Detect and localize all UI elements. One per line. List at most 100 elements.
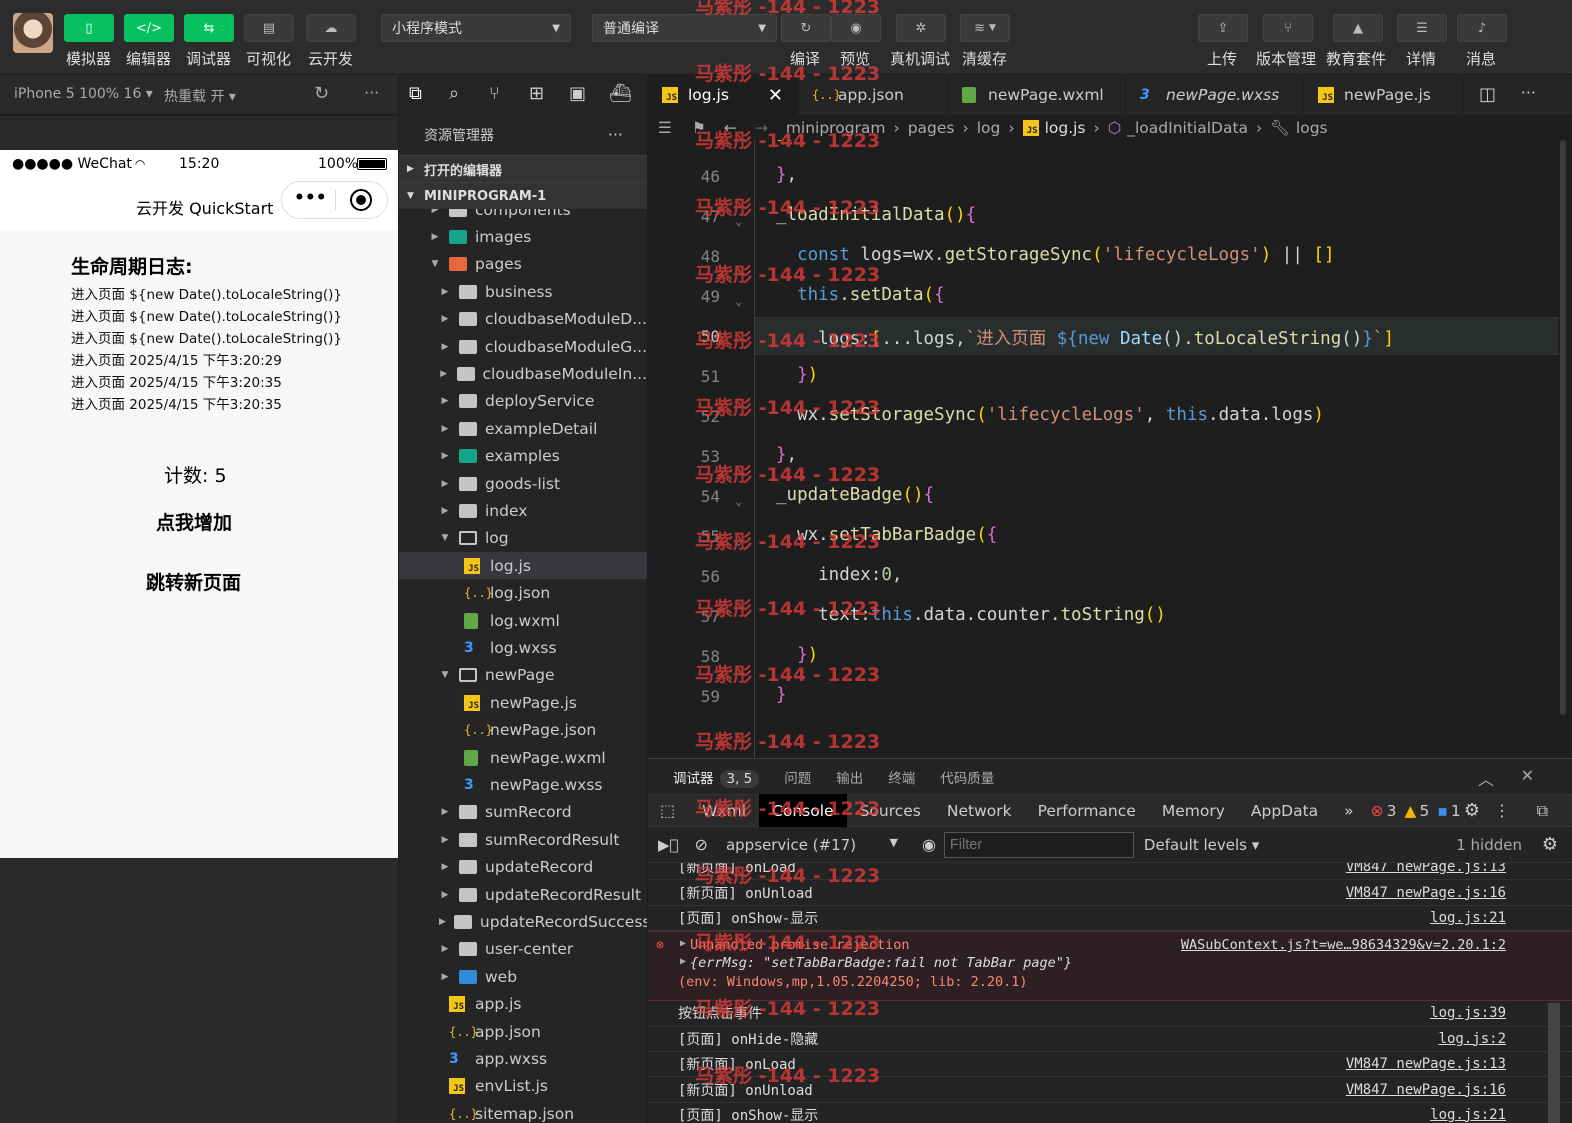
console-scrollbar[interactable] <box>1548 1003 1560 1123</box>
source-link[interactable]: VM847 newPage.js:16 <box>1346 1082 1506 1098</box>
expand-triangle-icon[interactable]: ▶ <box>680 956 686 967</box>
split-editor-icon[interactable]: ◫ <box>1479 84 1496 105</box>
expand-triangle-icon[interactable]: ▶ <box>680 938 686 949</box>
fold-chevron-icon[interactable]: ⌄ <box>726 495 742 508</box>
crumb[interactable]: log <box>977 119 1001 137</box>
project-section[interactable]: ▼ MINIPROGRAM-1 <box>399 182 647 209</box>
tree-item[interactable]: ▶ index <box>399 497 647 524</box>
tree-item[interactable]: ▶ cloudbaseModuleD... <box>399 306 647 333</box>
source-link[interactable]: log.js:2 <box>1439 1031 1506 1047</box>
extensions-icon[interactable]: ⊞ <box>529 83 544 104</box>
hot-reload-select[interactable]: 热重载 开 ▾ <box>164 86 236 106</box>
tree-item[interactable]: ▼ log <box>399 525 647 552</box>
tree-item[interactable]: {..} sitemap.json <box>399 1100 647 1123</box>
mode-select[interactable]: 小程序模式 ▼ <box>381 14 571 42</box>
tab-code-quality[interactable]: 代码质量 <box>940 767 994 787</box>
upload-button[interactable]: ⇪ <box>1198 14 1248 42</box>
crumb[interactable]: miniprogram <box>786 119 886 137</box>
crumb[interactable]: logs <box>1296 119 1328 137</box>
source-link[interactable]: VM847 newPage.js:13 <box>1346 1056 1506 1072</box>
tree-item[interactable]: JS newPage.js <box>399 689 647 716</box>
tree-item[interactable]: ▶ images <box>399 223 647 250</box>
tab-appdata[interactable]: AppData <box>1238 794 1331 827</box>
tree-item[interactable]: ▶ updateRecordResult <box>399 881 647 908</box>
close-miniprogram-icon[interactable] <box>350 189 372 211</box>
tree-item[interactable]: ▶ user-center <box>399 936 647 963</box>
crumb[interactable]: pages <box>908 119 955 137</box>
files-icon[interactable]: ⧉ <box>409 83 422 104</box>
simulator-button[interactable]: ▯ <box>64 14 114 42</box>
console-settings-icon[interactable]: ⚙ <box>1542 834 1558 855</box>
tree-item[interactable]: ▶ components <box>399 209 647 223</box>
context-select[interactable]: appservice (#17) ▼ <box>726 836 898 854</box>
kebab-menu-icon[interactable]: ⋮ <box>1494 801 1510 820</box>
tree-item[interactable]: {..} app.json <box>399 1018 647 1045</box>
code-editor[interactable]: }, 46}, 47 _loadInitialData(){48 const log… <box>648 140 1572 758</box>
tree-item[interactable]: ▶ business <box>399 278 647 305</box>
editor-button[interactable]: </> <box>124 14 174 42</box>
messages-button[interactable]: ♪ <box>1457 14 1507 42</box>
clear-cache-button[interactable]: ≋ ▼ <box>960 14 1010 42</box>
rotate-icon[interactable]: ↻ <box>314 83 329 104</box>
increment-button[interactable]: 点我增加 <box>156 508 232 535</box>
tree-item[interactable]: ▶ deployService <box>399 388 647 415</box>
tab-log-js[interactable]: JS log.js ✕ <box>648 75 798 115</box>
user-avatar[interactable] <box>13 13 53 53</box>
close-panel-icon[interactable]: ✕ <box>1521 766 1534 785</box>
more-tabs-icon[interactable]: » <box>1331 794 1366 827</box>
source-link[interactable]: log.js:21 <box>1430 910 1506 926</box>
eye-icon[interactable]: ◉ <box>922 835 936 854</box>
tree-item[interactable]: ▶ web <box>399 963 647 990</box>
back-arrow-icon[interactable]: ← <box>724 119 737 137</box>
search-icon[interactable]: ⌕ <box>449 83 459 104</box>
crumb[interactable]: log.js <box>1045 119 1086 137</box>
tree-item[interactable]: newPage.wxml <box>399 744 647 771</box>
more-icon[interactable]: ··· <box>364 83 379 102</box>
capsule-menu[interactable]: ••• <box>281 181 388 219</box>
tree-item[interactable]: ▶ cloudbaseModuleIn... <box>399 360 647 387</box>
compile-select[interactable]: 普通编译 ▼ <box>592 14 777 42</box>
close-icon[interactable]: ✕ <box>768 85 783 106</box>
tab-sources[interactable]: Sources <box>847 794 934 827</box>
tree-item[interactable]: ▶ goods-list <box>399 470 647 497</box>
tree-item[interactable]: {..} log.json <box>399 580 647 607</box>
clear-console-icon[interactable]: ⊘ <box>695 835 708 854</box>
chevron-up-icon[interactable]: ︿ <box>1478 766 1494 790</box>
navigate-button[interactable]: 跳转新页面 <box>146 568 241 595</box>
compile-button[interactable]: ↻ <box>781 14 831 42</box>
levels-select[interactable]: Default levels ▾ <box>1144 836 1259 854</box>
tab-newpage-wxss[interactable]: 3 newPage.wxss <box>1126 75 1304 115</box>
filter-input[interactable] <box>943 831 1134 858</box>
visual-button[interactable]: ▤ <box>244 14 294 42</box>
settings-icon[interactable]: ⚙ <box>1464 800 1480 821</box>
tab-debugger[interactable]: 调试器 3, 5 <box>673 767 760 788</box>
editor-more-icon[interactable]: ··· <box>1521 83 1536 102</box>
info-count[interactable]: 1 <box>1451 802 1461 820</box>
tree-item[interactable]: JS app.js <box>399 991 647 1018</box>
list-icon[interactable]: ☰ <box>658 119 672 137</box>
more-dots-icon[interactable]: ••• <box>294 188 327 208</box>
source-control-icon[interactable]: ⑂ <box>489 83 500 104</box>
tree-item[interactable]: JS envList.js <box>399 1073 647 1100</box>
preview-button[interactable]: ◉ <box>831 14 881 42</box>
tree-item[interactable]: ▶ examples <box>399 443 647 470</box>
bookmark-icon[interactable]: ⚑ <box>692 119 706 137</box>
docker-icon[interactable]: ⛴ <box>609 83 632 104</box>
fold-chevron-icon[interactable]: ⌄ <box>726 535 742 548</box>
debugger-button[interactable]: ⇆ <box>184 14 234 42</box>
dock-icon[interactable]: ⧉ <box>1537 801 1548 821</box>
tree-item[interactable]: log.wxml <box>399 607 647 634</box>
tree-item[interactable]: ▶ cloudbaseModuleG... <box>399 333 648 360</box>
tab-wxml[interactable]: Wxml <box>689 794 759 827</box>
tab-newpage-wxml[interactable]: newPage.wxml <box>948 75 1126 115</box>
warning-count[interactable]: 5 <box>1419 802 1429 820</box>
remote-debug-button[interactable]: ✲ <box>896 14 946 42</box>
tree-item[interactable]: {..} newPage.json <box>399 717 647 744</box>
tab-terminal[interactable]: 终端 <box>888 767 915 787</box>
details-button[interactable]: ☰ <box>1397 14 1447 42</box>
education-button[interactable]: ▲ <box>1333 14 1383 42</box>
tree-item[interactable]: ▶ sumRecord <box>399 799 647 826</box>
tab-app-json[interactable]: {..} app.json <box>798 75 948 115</box>
tree-item[interactable]: ▼ newPage <box>399 662 647 689</box>
tab-console[interactable]: Console <box>759 794 847 827</box>
